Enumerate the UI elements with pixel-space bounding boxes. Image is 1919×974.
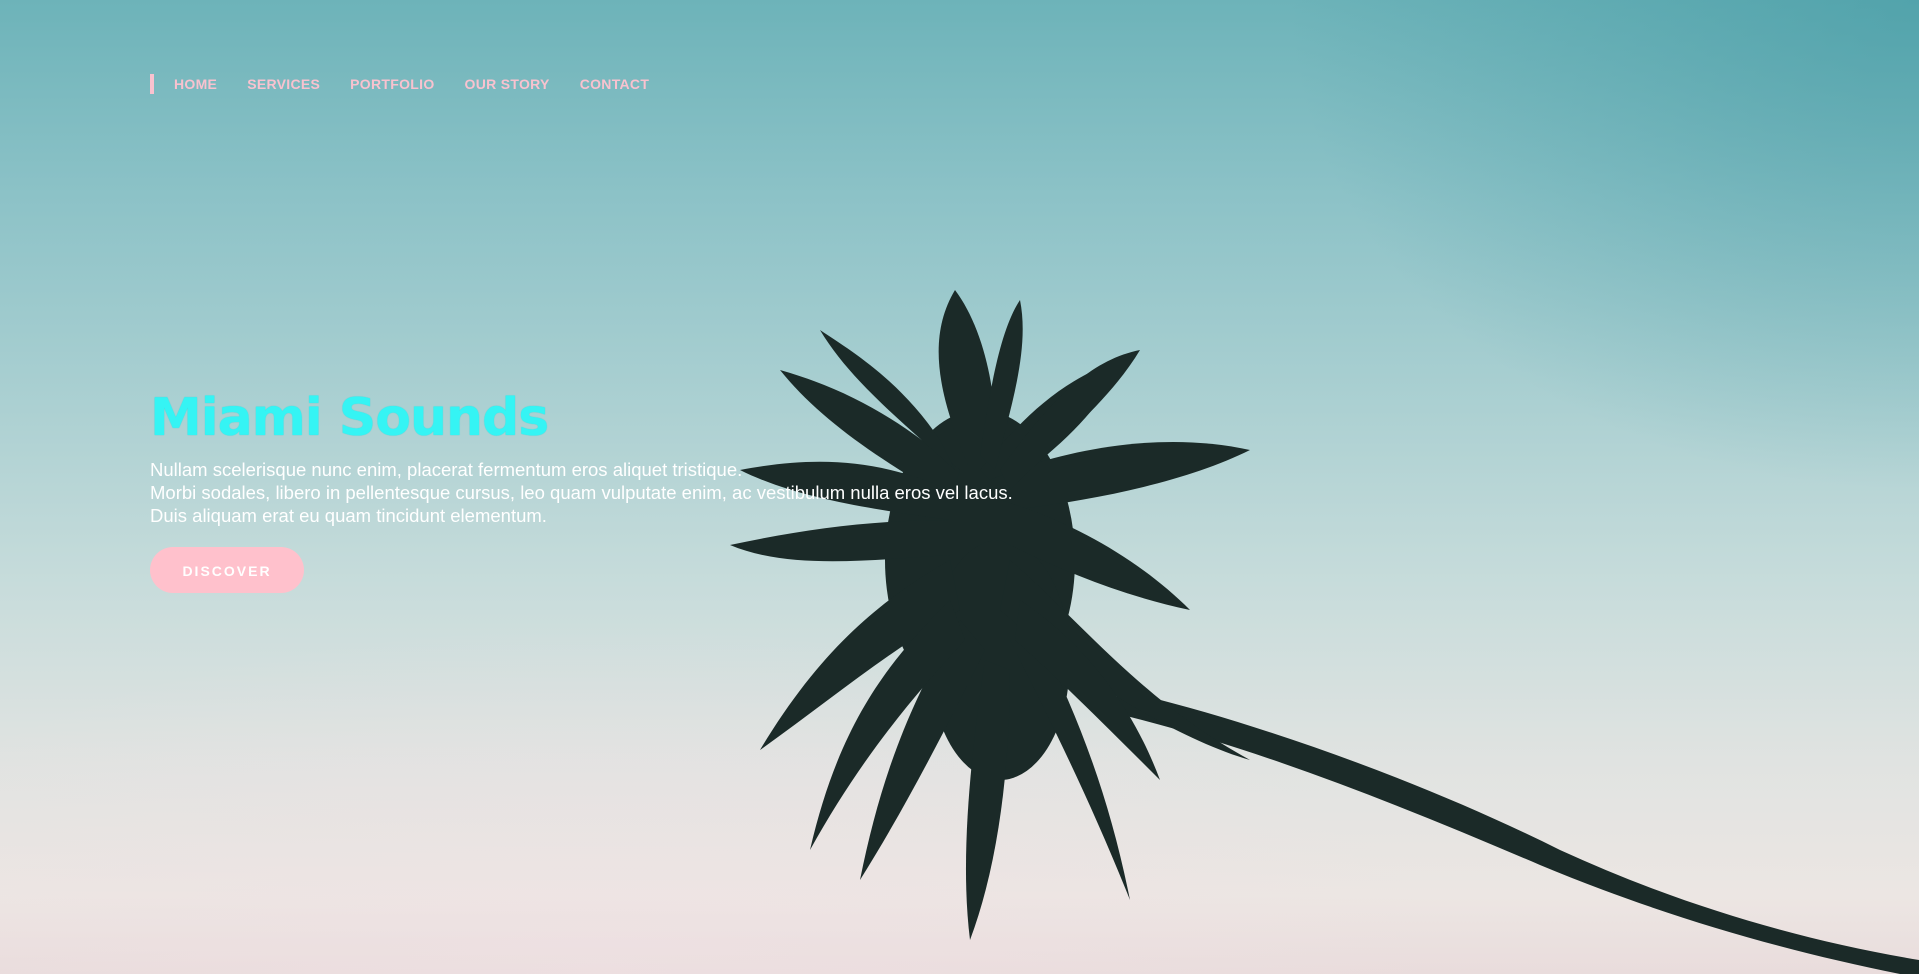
hero-content: Miami Sounds Nullam scelerisque nunc eni… <box>150 388 1013 593</box>
nav-item-our-story[interactable]: OUR STORY <box>465 76 550 92</box>
main-nav: HOME SERVICES PORTFOLIO OUR STORY CONTAC… <box>150 74 679 94</box>
discover-button[interactable]: DISCOVER <box>150 547 304 593</box>
hero-description: Nullam scelerisque nunc enim, placerat f… <box>150 458 1013 527</box>
hero-description-line-1: Nullam scelerisque nunc enim, placerat f… <box>150 459 743 480</box>
hero-description-line-3: Duis aliquam erat eu quam tincidunt elem… <box>150 505 547 526</box>
hero-section: HOME SERVICES PORTFOLIO OUR STORY CONTAC… <box>0 0 1919 974</box>
nav-item-services[interactable]: SERVICES <box>247 76 320 92</box>
nav-item-contact[interactable]: CONTACT <box>580 76 650 92</box>
hero-description-line-2: Morbi sodales, libero in pellentesque cu… <box>150 482 1013 503</box>
nav-item-portfolio[interactable]: PORTFOLIO <box>350 76 434 92</box>
hero-title: Miami Sounds <box>150 388 549 448</box>
nav-active-marker <box>150 74 154 94</box>
nav-item-home[interactable]: HOME <box>174 76 217 92</box>
